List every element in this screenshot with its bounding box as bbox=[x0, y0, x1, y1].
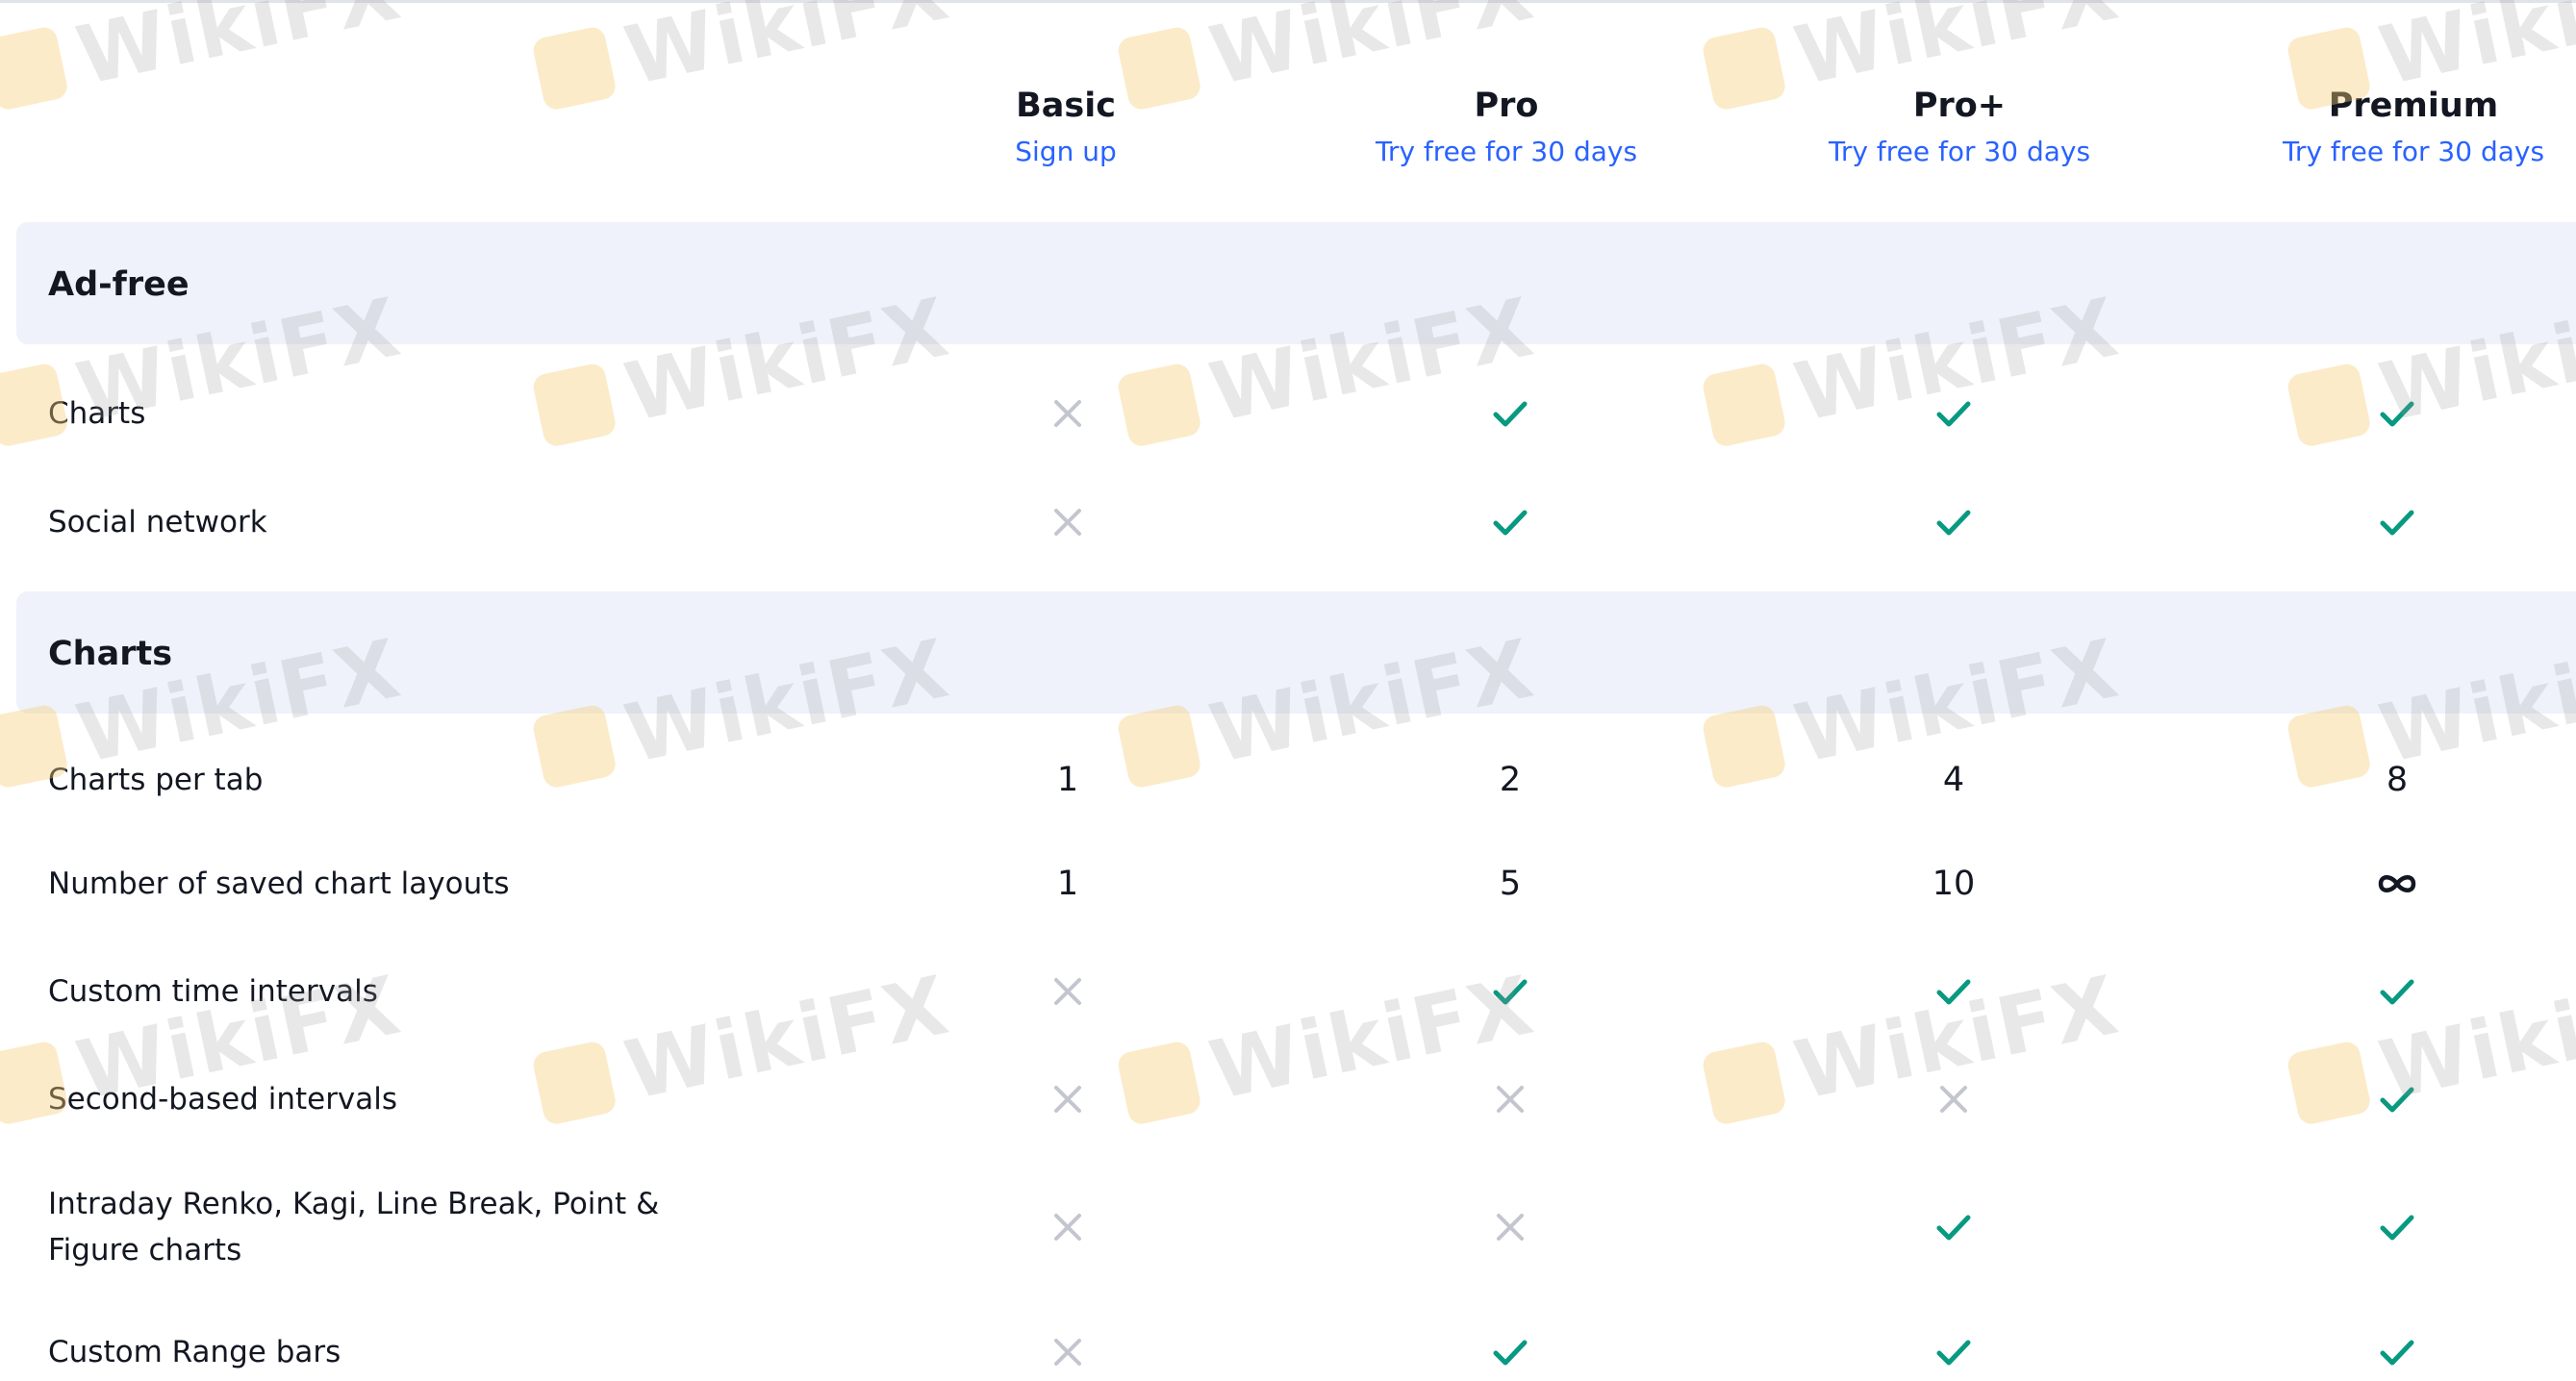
plan-basic: Basic Sign up bbox=[845, 85, 1287, 169]
feature-label: Number of saved chart layouts bbox=[48, 866, 510, 901]
feature-cell-pro-plus bbox=[1857, 963, 2050, 1020]
check-icon bbox=[2380, 1340, 2414, 1366]
feature-cell-pro bbox=[1414, 963, 1606, 1020]
check-icon bbox=[2380, 401, 2414, 427]
feature-cell-basic bbox=[972, 493, 1164, 551]
feature-cell-pro bbox=[1414, 1323, 1606, 1381]
watermark: WikiFX bbox=[0, 0, 409, 122]
feature-cell-basic: 1 bbox=[972, 855, 1164, 913]
feature-label: Social network bbox=[48, 505, 267, 540]
feature-cell-premium bbox=[2301, 1198, 2493, 1256]
plan-name: Premium bbox=[2328, 87, 2499, 125]
feature-label: Custom time intervals bbox=[48, 974, 378, 1009]
check-icon bbox=[2380, 1087, 2414, 1113]
infinity-icon bbox=[2378, 875, 2416, 892]
cross-icon bbox=[1054, 509, 1081, 536]
feature-cell-pro-plus bbox=[1857, 1070, 2050, 1128]
feature-cell-pro: 5 bbox=[1414, 855, 1606, 913]
check-icon bbox=[1493, 1340, 1528, 1366]
check-icon bbox=[1493, 401, 1528, 427]
try-free-link[interactable]: Try free for 30 days bbox=[1376, 135, 1637, 169]
feature-cell-basic bbox=[972, 963, 1164, 1020]
feature-label: Intraday Renko, Kagi, Line Break, Point … bbox=[48, 1187, 660, 1268]
watermark-text: WikiFX bbox=[68, 0, 409, 104]
feature-label: Charts per tab bbox=[48, 763, 264, 797]
watermark-logo-icon bbox=[1701, 362, 1788, 449]
feature-cell-pro-plus bbox=[1857, 493, 2050, 551]
cross-icon bbox=[1497, 1214, 1524, 1241]
cross-icon bbox=[1054, 400, 1081, 427]
feature-cell-pro-plus bbox=[1857, 1323, 2050, 1381]
feature-cell-pro bbox=[1414, 493, 1606, 551]
feature-cell-pro bbox=[1414, 385, 1606, 442]
plan-premium: Premium Try free for 30 days bbox=[2192, 85, 2576, 169]
sign-up-link[interactable]: Sign up bbox=[1015, 135, 1117, 169]
feature-value: 5 bbox=[1499, 865, 1522, 903]
feature-label: Custom Range bars bbox=[48, 1335, 341, 1369]
feature-value: 4 bbox=[1942, 761, 1965, 799]
cross-icon bbox=[1054, 978, 1081, 1005]
check-icon bbox=[1493, 510, 1528, 536]
feature-cell-pro: 2 bbox=[1414, 751, 1606, 809]
watermark-logo-icon bbox=[531, 25, 619, 113]
feature-label: Charts bbox=[48, 396, 146, 431]
plan-pro: Pro Try free for 30 days bbox=[1285, 85, 1728, 169]
section-title: Charts bbox=[48, 635, 173, 673]
feature-cell-pro bbox=[1414, 1198, 1606, 1256]
check-icon bbox=[1493, 979, 1528, 1005]
feature-cell-premium bbox=[2301, 385, 2493, 442]
watermark-logo-icon bbox=[1701, 703, 1788, 791]
plan-name: Pro bbox=[1474, 87, 1539, 125]
feature-cell-basic bbox=[972, 1070, 1164, 1128]
feature-value: 10 bbox=[1932, 865, 1976, 903]
feature-cell-premium bbox=[2301, 855, 2493, 913]
feature-cell-basic bbox=[972, 1198, 1164, 1256]
plan-pro-plus: Pro+ Try free for 30 days bbox=[1738, 85, 2181, 169]
feature-label: Second-based intervals bbox=[48, 1082, 398, 1117]
check-icon bbox=[2380, 510, 2414, 536]
check-icon bbox=[2380, 979, 2414, 1005]
watermark-logo-icon bbox=[0, 25, 70, 113]
feature-cell-basic bbox=[972, 385, 1164, 442]
feature-value: 1 bbox=[1056, 761, 1079, 799]
check-icon bbox=[1936, 1215, 1971, 1241]
top-divider bbox=[0, 0, 2576, 3]
check-icon bbox=[1936, 979, 1971, 1005]
feature-cell-pro-plus bbox=[1857, 1198, 2050, 1256]
try-free-link[interactable]: Try free for 30 days bbox=[1829, 135, 2090, 169]
cross-icon bbox=[1054, 1339, 1081, 1366]
cross-icon bbox=[1054, 1214, 1081, 1241]
feature-cell-basic: 1 bbox=[972, 751, 1164, 809]
feature-cell-pro-plus: 10 bbox=[1857, 855, 2050, 913]
feature-cell-pro-plus bbox=[1857, 385, 2050, 442]
feature-cell-premium bbox=[2301, 1070, 2493, 1128]
cross-icon bbox=[1497, 1086, 1524, 1113]
section-charts: Charts bbox=[16, 591, 2576, 714]
feature-cell-basic bbox=[972, 1323, 1164, 1381]
feature-cell-premium bbox=[2301, 963, 2493, 1020]
feature-cell-pro-plus: 4 bbox=[1857, 751, 2050, 809]
check-icon bbox=[2380, 1215, 2414, 1241]
plan-name: Pro+ bbox=[1912, 87, 2007, 125]
feature-value: 8 bbox=[2386, 761, 2409, 799]
watermark-logo-icon bbox=[1701, 1040, 1788, 1127]
check-icon bbox=[1936, 1340, 1971, 1366]
feature-cell-premium bbox=[2301, 493, 2493, 551]
feature-value: 2 bbox=[1499, 761, 1522, 799]
feature-cell-premium bbox=[2301, 1323, 2493, 1381]
feature-value: 1 bbox=[1056, 865, 1079, 903]
feature-cell-pro bbox=[1414, 1070, 1606, 1128]
feature-cell-premium: 8 bbox=[2301, 751, 2493, 809]
check-icon bbox=[1936, 401, 1971, 427]
plan-name: Basic bbox=[1016, 87, 1116, 125]
section-title: Ad-free bbox=[48, 265, 189, 304]
section-ad-free: Ad-free bbox=[16, 222, 2576, 344]
check-icon bbox=[1936, 510, 1971, 536]
try-free-link[interactable]: Try free for 30 days bbox=[2283, 135, 2544, 169]
cross-icon bbox=[1940, 1086, 1967, 1113]
cross-icon bbox=[1054, 1086, 1081, 1113]
